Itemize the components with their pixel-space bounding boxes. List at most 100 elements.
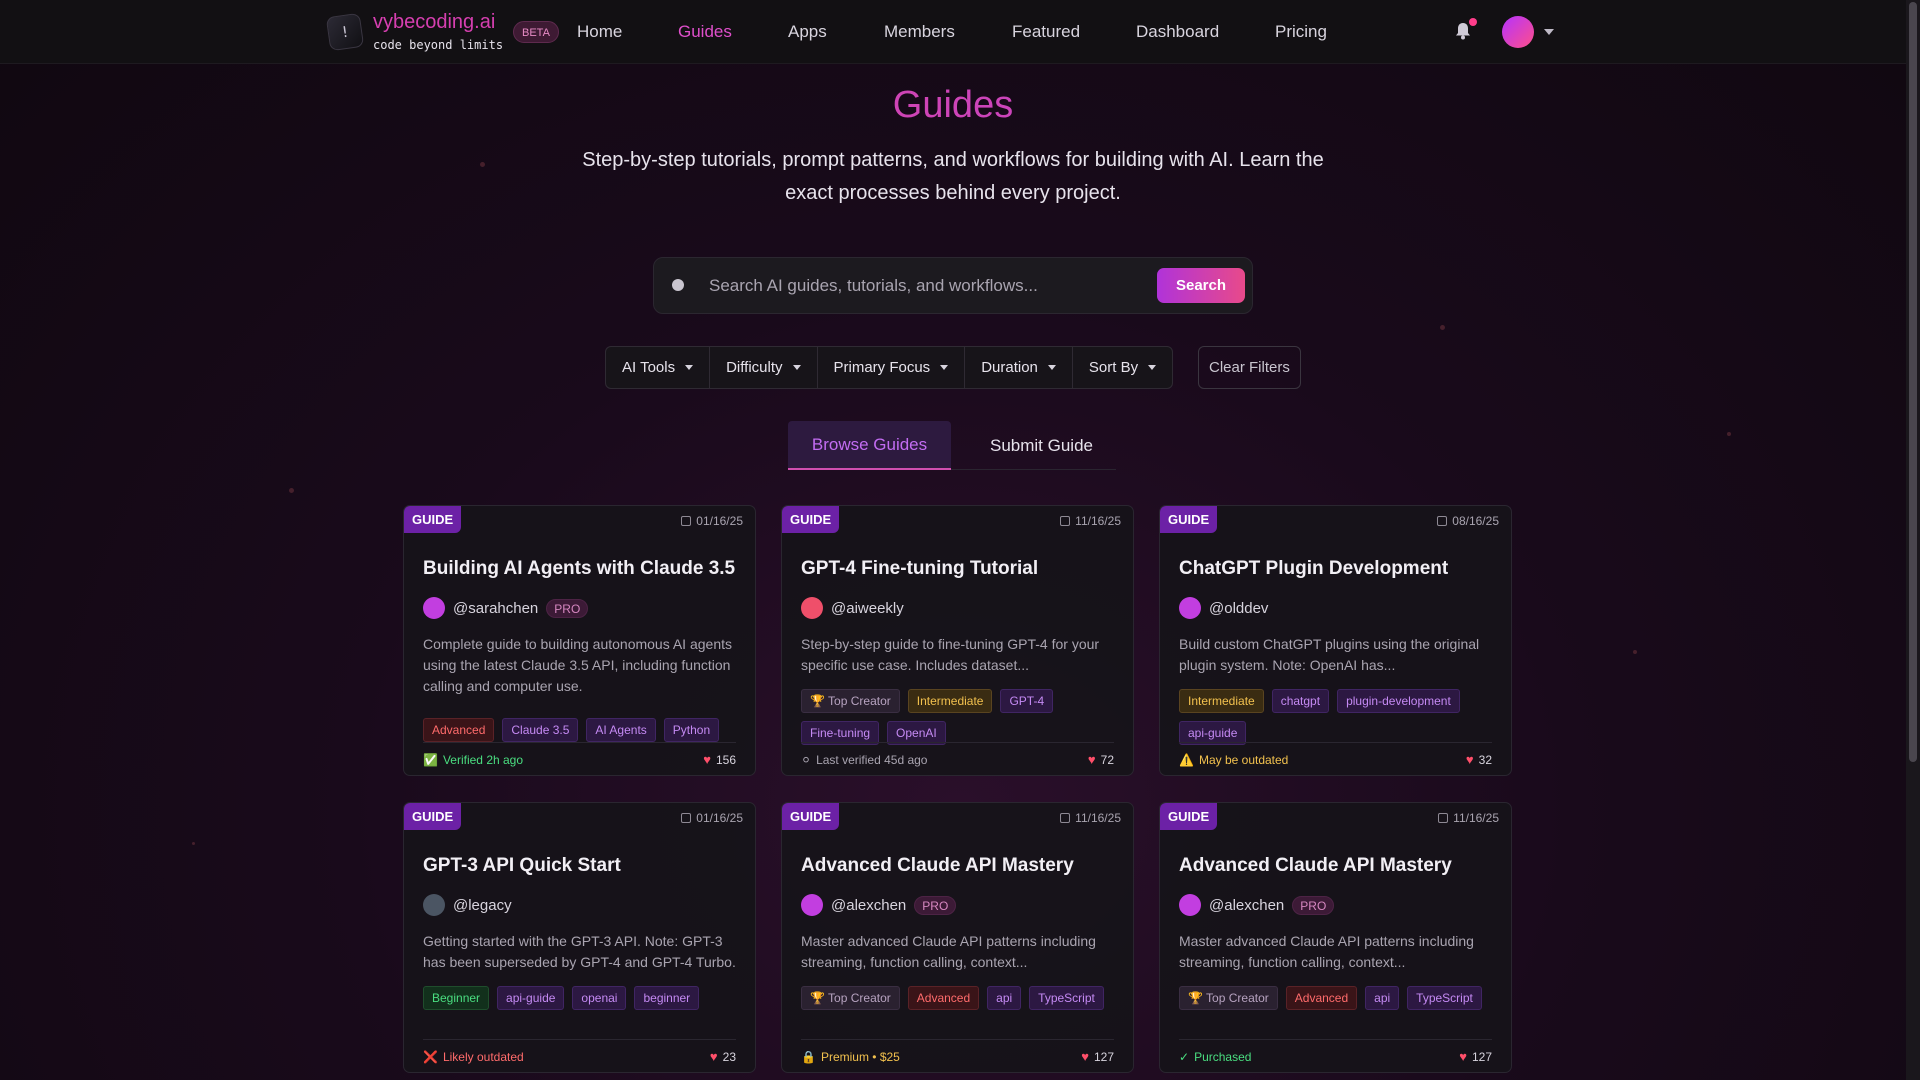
calendar-icon (1437, 516, 1448, 526)
author-avatar[interactable] (1179, 597, 1201, 619)
nav-featured[interactable]: Featured (1012, 22, 1080, 42)
heart-icon: ♥ (703, 752, 711, 767)
filter-difficulty[interactable]: Difficulty (709, 346, 818, 389)
tag-tech[interactable]: Python (663, 718, 720, 742)
tag-adv[interactable]: Advanced (907, 986, 980, 1010)
filter-label: Difficulty (726, 359, 783, 376)
heart-icon: ♥ (1459, 1049, 1467, 1064)
guide-card[interactable]: GUIDE 11/16/25 Advanced Claude API Mastery… (1159, 802, 1512, 1073)
status-icon: ⚠️ (1179, 753, 1194, 767)
like-count[interactable]: ♥ 32 (1466, 752, 1492, 767)
guide-card[interactable]: GUIDE 11/16/25 Advanced Claude API Mastery… (781, 802, 1134, 1073)
tag-top[interactable]: 🏆 Top Creator (801, 986, 900, 1010)
like-count[interactable]: ♥ 23 (710, 1049, 736, 1064)
card-title[interactable]: GPT-3 API Quick Start (423, 855, 621, 877)
tag-tech[interactable]: api (1365, 986, 1400, 1010)
author-name[interactable]: @alexchen (831, 897, 906, 914)
tag-list: 🏆 Top Creator Intermediate GPT-4 Fine-tunin… (801, 689, 1131, 745)
author-row: @olddev (1179, 597, 1268, 619)
tab-submit-guide[interactable]: Submit Guide (960, 421, 1123, 470)
card-title[interactable]: Advanced Claude API Mastery (1179, 855, 1452, 877)
tag-adv[interactable]: Advanced (423, 718, 495, 742)
author-name[interactable]: @alexchen (1209, 897, 1284, 914)
date-text: 11/16/25 (1075, 514, 1121, 528)
filter-primary-focus[interactable]: Primary Focus (816, 346, 966, 389)
card-title[interactable]: Advanced Claude API Mastery (801, 855, 1074, 877)
guide-card[interactable]: GUIDE 01/16/25 Building AI Agents with Cla… (403, 505, 756, 776)
top-navigation-bar: ! vybecoding.ai code beyond limits BETA … (0, 0, 1906, 64)
tag-tech[interactable]: GPT-4 (1000, 689, 1054, 713)
author-avatar[interactable] (423, 894, 445, 916)
card-divider (801, 1039, 1114, 1040)
filter-label: Primary Focus (833, 359, 931, 376)
like-count-value: 23 (722, 1049, 736, 1064)
chevron-down-icon (1148, 365, 1157, 370)
brand-name[interactable]: vybecoding.ai (373, 11, 495, 34)
guide-card[interactable]: GUIDE 11/16/25 GPT-4 Fine-tuning Tutorial @… (781, 505, 1134, 776)
author-avatar[interactable] (423, 597, 445, 619)
nav-home[interactable]: Home (577, 22, 622, 42)
tag-tech[interactable]: TypeScript (1029, 986, 1104, 1010)
like-count[interactable]: ♥ 127 (1459, 1049, 1492, 1064)
tag-list: 🏆 Top Creator Advanced api TypeScript (1179, 986, 1509, 1010)
tab-browse-guides[interactable]: Browse Guides (788, 421, 951, 470)
tag-beg[interactable]: Beginner (423, 986, 490, 1010)
scrollbar-track[interactable] (1906, 0, 1920, 1080)
nav-members[interactable]: Members (884, 22, 955, 42)
verification-status: ✅ Verified 2h ago (423, 753, 523, 767)
tag-tech[interactable]: AI Agents (586, 718, 656, 742)
card-description: Complete guide to building autonomous AI… (423, 636, 732, 694)
tag-adv[interactable]: Advanced (1285, 986, 1358, 1010)
tag-tech[interactable]: Claude 3.5 (502, 718, 579, 742)
filter-duration[interactable]: Duration (964, 346, 1073, 389)
tag-int[interactable]: Intermediate (1179, 689, 1264, 713)
nav-apps[interactable]: Apps (788, 22, 827, 42)
search-input[interactable] (709, 272, 1109, 300)
card-date: 08/16/25 (1437, 514, 1499, 528)
card-title[interactable]: Building AI Agents with Claude 3.5 (423, 558, 735, 580)
tag-top[interactable]: 🏆 Top Creator (801, 689, 900, 713)
like-count-value: 72 (1100, 752, 1114, 767)
card-title[interactable]: ChatGPT Plugin Development (1179, 558, 1448, 580)
guide-badge: GUIDE (782, 506, 840, 533)
nav-guides[interactable]: Guides (678, 22, 732, 42)
tag-tech[interactable]: plugin-development (1337, 689, 1460, 713)
tag-tech[interactable]: beginner (634, 986, 700, 1010)
like-count[interactable]: ♥ 72 (1088, 752, 1114, 767)
calendar-icon (1060, 516, 1071, 526)
author-avatar[interactable] (801, 894, 823, 916)
author-avatar[interactable] (1179, 894, 1201, 916)
author-name[interactable]: @legacy (453, 897, 512, 914)
guide-card[interactable]: GUIDE 08/16/25 ChatGPT Plugin Development @… (1159, 505, 1512, 776)
filter-ai-tools[interactable]: AI Tools (605, 346, 711, 389)
tag-tech[interactable]: TypeScript (1407, 986, 1482, 1010)
verification-status: 🔒 Premium • $25 (801, 1050, 900, 1064)
card-title[interactable]: GPT-4 Fine-tuning Tutorial (801, 558, 1038, 580)
tag-tech[interactable]: chatgpt (1271, 689, 1330, 713)
search-button[interactable]: Search (1157, 268, 1245, 303)
tag-tech[interactable]: api-guide (497, 986, 565, 1010)
author-name[interactable]: @aiweekly (831, 600, 904, 617)
chevron-down-icon[interactable] (1544, 29, 1554, 35)
author-name[interactable]: @sarahchen (453, 600, 538, 617)
scrollbar-thumb[interactable] (1909, 2, 1917, 762)
like-count[interactable]: ♥ 156 (703, 752, 736, 767)
nav-pricing[interactable]: Pricing (1275, 22, 1327, 42)
background-dot (192, 842, 195, 845)
heart-icon: ♥ (709, 1049, 718, 1064)
guide-card[interactable]: GUIDE 01/16/25 GPT-3 API Quick Start @legac… (403, 802, 756, 1073)
filter-sort-by[interactable]: Sort By (1071, 346, 1174, 389)
like-count[interactable]: ♥ 127 (1081, 1049, 1114, 1064)
author-name[interactable]: @olddev (1209, 600, 1268, 617)
tag-top[interactable]: 🏆 Top Creator (1179, 986, 1278, 1010)
tag-int[interactable]: Intermediate (907, 689, 993, 713)
logo-icon[interactable]: ! (325, 12, 365, 52)
user-avatar[interactable] (1502, 16, 1534, 48)
clear-filters-button[interactable]: Clear Filters (1198, 346, 1301, 389)
tag-tech[interactable]: openai (572, 986, 627, 1010)
notification-bell-icon[interactable] (1455, 22, 1471, 40)
nav-dashboard[interactable]: Dashboard (1136, 22, 1219, 42)
status-icon: ❌ (423, 1050, 438, 1064)
tag-tech[interactable]: api (987, 986, 1022, 1010)
author-avatar[interactable] (801, 597, 823, 619)
